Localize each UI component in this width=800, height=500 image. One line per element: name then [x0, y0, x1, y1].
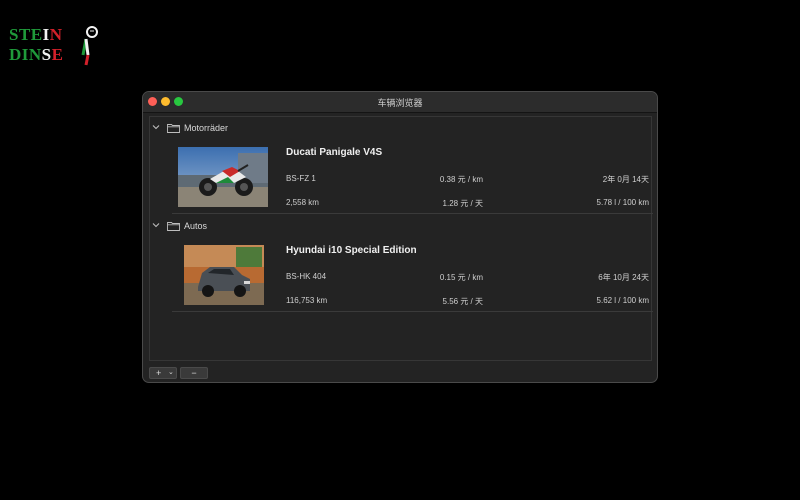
vehicle-row[interactable]: Ducati Panigale V4S BS-FZ 1 0.38 元 / km … — [172, 141, 653, 214]
group-label: Autos — [184, 221, 208, 231]
vehicle-photo — [178, 147, 268, 207]
cost-per-day: 1.28 元 / 天 — [442, 199, 483, 208]
license-plate: BS-FZ 1 — [286, 174, 316, 183]
title-bar[interactable]: 车辆浏览器 — [143, 92, 657, 113]
remove-vehicle-button[interactable]: − — [180, 367, 208, 379]
vehicle-age: 6年 10月 24天 — [598, 273, 649, 282]
vehicle-browser-window: 车辆浏览器 Motorräder Ducati Panigale V4S BS-… — [142, 91, 658, 383]
logo-line-1: STEIN — [9, 25, 63, 44]
group-label: Motorräder — [184, 123, 229, 133]
chevron-down-icon[interactable] — [152, 123, 160, 131]
distance: 2,558 km — [286, 198, 319, 207]
fuel-consumption: 5.62 l / 100 km — [596, 296, 649, 305]
vehicle-photo — [184, 245, 264, 305]
folder-icon — [167, 124, 180, 133]
chevron-down-icon[interactable]: ⌄ — [168, 368, 174, 378]
vehicle-row[interactable]: Hyundai i10 Special Edition BS-HK 404 0.… — [172, 239, 653, 312]
cost-per-day: 5.56 元 / 天 — [442, 297, 483, 306]
cost-per-km: 0.15 元 / km — [439, 273, 483, 282]
vehicle-list[interactable]: Motorräder Ducati Panigale V4S BS-FZ 1 0… — [149, 116, 653, 361]
distance: 116,753 km — [286, 296, 328, 305]
vehicle-name: Ducati Panigale V4S — [286, 147, 383, 158]
cost-per-km: 0.38 元 / km — [439, 175, 483, 184]
motorcycle-photo-icon — [178, 147, 268, 207]
add-vehicle-button[interactable]: + ⌄ — [149, 367, 177, 379]
license-plate: BS-HK 404 — [286, 272, 327, 281]
window-title: 车辆浏览器 — [377, 98, 423, 108]
car-photo-icon — [184, 245, 264, 305]
vehicle-name: Hyundai i10 Special Edition — [286, 245, 417, 256]
group-row-autos[interactable]: Autos — [150, 217, 651, 237]
app-logo: STEIN DINSE — [9, 25, 105, 69]
vehicle-age: 2年 0月 14天 — [602, 175, 649, 184]
group-row-motorraeder[interactable]: Motorräder — [150, 119, 651, 139]
plus-icon: + — [156, 368, 162, 378]
chevron-down-icon[interactable] — [152, 221, 160, 229]
logo-figure-icon — [81, 26, 98, 66]
folder-icon — [167, 222, 180, 231]
logo-line-2: DINSE — [9, 45, 64, 64]
fuel-consumption: 5.78 l / 100 km — [596, 198, 649, 207]
